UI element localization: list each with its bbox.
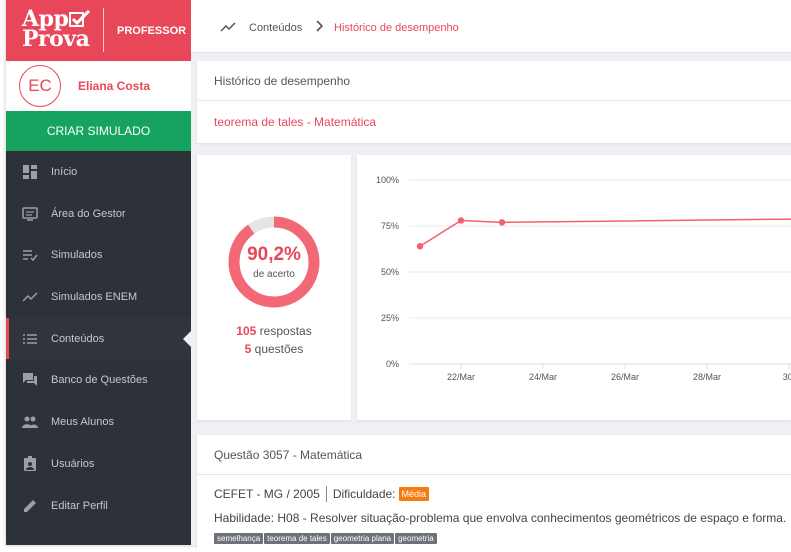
- breadcrumb-current: Histórico de desempenho: [334, 22, 459, 34]
- difficulty-label: Dificuldade:: [332, 487, 396, 501]
- tag[interactable]: geometria: [395, 533, 437, 544]
- y-tick-label: 75%: [381, 221, 399, 231]
- performance-chart: 100% 75% 50% 25% 0% 22/Mar 24/Mar 26/Mar 28/Mar 3…: [376, 175, 791, 382]
- sidebar-item-label: Simulados: [51, 249, 103, 262]
- data-point: [457, 217, 465, 224]
- sidebar-item-meus-alunos[interactable]: Meus Alunos: [6, 401, 191, 443]
- data-point: [498, 219, 506, 226]
- y-tick-label: 0%: [386, 359, 399, 369]
- x-tick-label: 22/Mar: [447, 372, 475, 382]
- questions-label: questões: [254, 342, 304, 356]
- x-tick-label: 24/Mar: [529, 372, 557, 382]
- meta-separator: [325, 486, 327, 502]
- sidebar-item-editar-perfil[interactable]: Editar Perfil: [6, 485, 191, 527]
- accuracy-label: de acerto: [253, 269, 295, 280]
- sidebar-item-label: Usuários: [51, 457, 95, 470]
- sidebar-item-conteudos[interactable]: Conteúdos: [6, 317, 191, 360]
- question-title: Questão 3057 - Matemática: [214, 448, 363, 462]
- checklist-icon: [23, 250, 38, 262]
- user-name: Eliana Costa: [78, 79, 151, 93]
- questions-stat: 5 questões: [197, 342, 351, 356]
- topbar: Conteúdos Histórico de desempenho: [191, 0, 791, 53]
- logo-check-icon: [69, 10, 91, 27]
- chevron-right-icon: [316, 20, 323, 32]
- sidebar-item-banco-questoes[interactable]: Banco de Questões: [6, 359, 191, 401]
- performance-chart-card: 100% 75% 50% 25% 0% 22/Mar 24/Mar 26/Mar 28/Mar 3…: [357, 155, 791, 420]
- tag[interactable]: geometria plana: [330, 533, 395, 544]
- question-meta: CEFET - MG / 2005 Dificuldade: Média: [214, 486, 430, 502]
- monitor-icon: [22, 206, 38, 221]
- y-tick-label: 100%: [376, 175, 399, 185]
- history-subtitle: teorema de tales - Matemática: [214, 115, 377, 129]
- question-source: CEFET - MG / 2005: [214, 487, 320, 501]
- avatar[interactable]: EC: [19, 65, 61, 107]
- breadcrumb-parent[interactable]: Conteúdos: [249, 22, 302, 34]
- sidebar-item-label: Área do Gestor: [51, 207, 126, 220]
- sidebar-item-area-gestor[interactable]: Área do Gestor: [6, 193, 191, 235]
- tag-list: semelhança teorema de tales geometria pl…: [214, 533, 437, 544]
- trend-icon: [220, 22, 236, 32]
- answers-count: 105: [236, 324, 257, 338]
- sidebar: App Prova PROFESSOR EC Eliana Costa CRIA…: [6, 0, 191, 545]
- sidebar-item-label: Editar Perfil: [51, 499, 108, 512]
- dashboard-icon: [23, 165, 37, 179]
- tag[interactable]: semelhança: [214, 533, 264, 544]
- history-card: Histórico de desempenho teorema de tales…: [197, 61, 791, 143]
- series-line: [419, 218, 791, 247]
- y-tick-label: 25%: [381, 313, 399, 323]
- sidebar-item-label: Conteúdos: [51, 332, 105, 345]
- history-title: Histórico de desempenho: [214, 74, 351, 88]
- pencil-icon: [24, 499, 36, 512]
- sidebar-item-simulados[interactable]: Simulados: [6, 234, 191, 276]
- tag[interactable]: teorema de tales: [264, 533, 330, 544]
- sidebar-item-label: Banco de Questões: [51, 374, 148, 387]
- x-tick-label: 30/: [783, 372, 791, 382]
- forum-icon: [23, 373, 37, 387]
- role-label: PROFESSOR: [117, 25, 187, 37]
- stats-card: 90,2% de acerto 105 respostas 5 questões: [197, 155, 351, 420]
- answers-label: respostas: [259, 324, 312, 338]
- people-icon: [22, 416, 38, 429]
- y-tick-label: 50%: [381, 267, 399, 277]
- questions-count: 5: [244, 342, 252, 356]
- sidebar-item-label: Simulados ENEM: [51, 291, 138, 304]
- brand-divider: [103, 8, 104, 52]
- sidebar-item-inicio[interactable]: Início: [6, 151, 191, 193]
- brand-header: App Prova PROFESSOR: [6, 0, 191, 61]
- sidebar-item-usuarios[interactable]: Usuários: [6, 443, 191, 485]
- accuracy-value: 90,2%: [247, 244, 301, 265]
- difficulty-badge: Média: [398, 487, 430, 501]
- badge-icon: [24, 455, 36, 471]
- question-card: Questão 3057 - Matemática CEFET - MG / 2…: [197, 435, 791, 552]
- divider: [197, 100, 791, 101]
- answers-stat: 105 respostas: [197, 324, 351, 338]
- data-point: [416, 243, 424, 250]
- sidebar-item-label: Início: [51, 166, 78, 178]
- divider: [197, 474, 791, 475]
- sidebar-item-label: Meus Alunos: [51, 416, 114, 429]
- sidebar-item-simulados-enem[interactable]: Simulados ENEM: [6, 276, 191, 318]
- trend-icon: [22, 292, 38, 302]
- create-simulado-button[interactable]: CRIAR SIMULADO: [6, 111, 191, 151]
- sidebar-nav: Início Área do Gestor Simulados Simulado…: [6, 151, 191, 526]
- user-panel[interactable]: EC Eliana Costa: [6, 61, 191, 111]
- x-tick-label: 28/Mar: [693, 372, 721, 382]
- x-tick-label: 26/Mar: [611, 372, 639, 382]
- question-skill: Habilidade: H08 - Resolver situação-prob…: [214, 511, 787, 525]
- list-icon: [23, 333, 37, 344]
